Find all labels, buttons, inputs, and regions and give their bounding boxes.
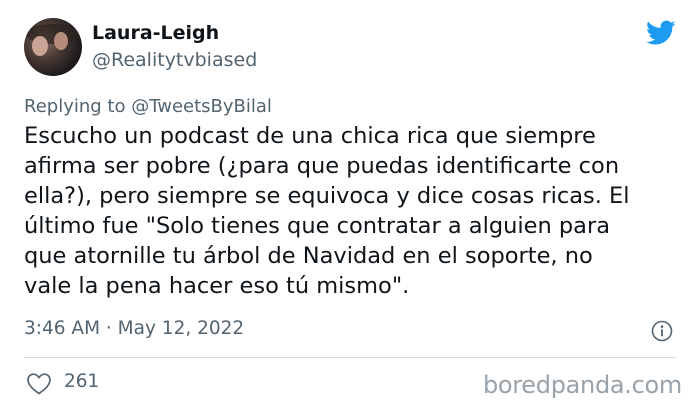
replying-to-mention[interactable]: @TweetsByBilal [131,96,272,117]
author-handle[interactable]: @Realitytvbiased [92,49,257,71]
heart-icon[interactable] [26,372,52,396]
watermark: boredpanda.com [482,371,682,399]
divider [24,357,676,358]
like-count: 261 [64,371,100,392]
replying-prefix: Replying to [24,96,126,117]
replying-to-line: Replying to @TweetsByBilal [24,96,272,117]
author-name[interactable]: Laura-Leigh [92,22,219,44]
author-avatar[interactable] [24,18,82,76]
twitter-bird-icon [646,20,676,45]
tweet-timestamp[interactable]: 3:46 AM · May 12, 2022 [24,318,244,339]
tweet-text: Escucho un podcast de una chica rica que… [24,123,630,299]
info-icon[interactable] [651,320,673,342]
